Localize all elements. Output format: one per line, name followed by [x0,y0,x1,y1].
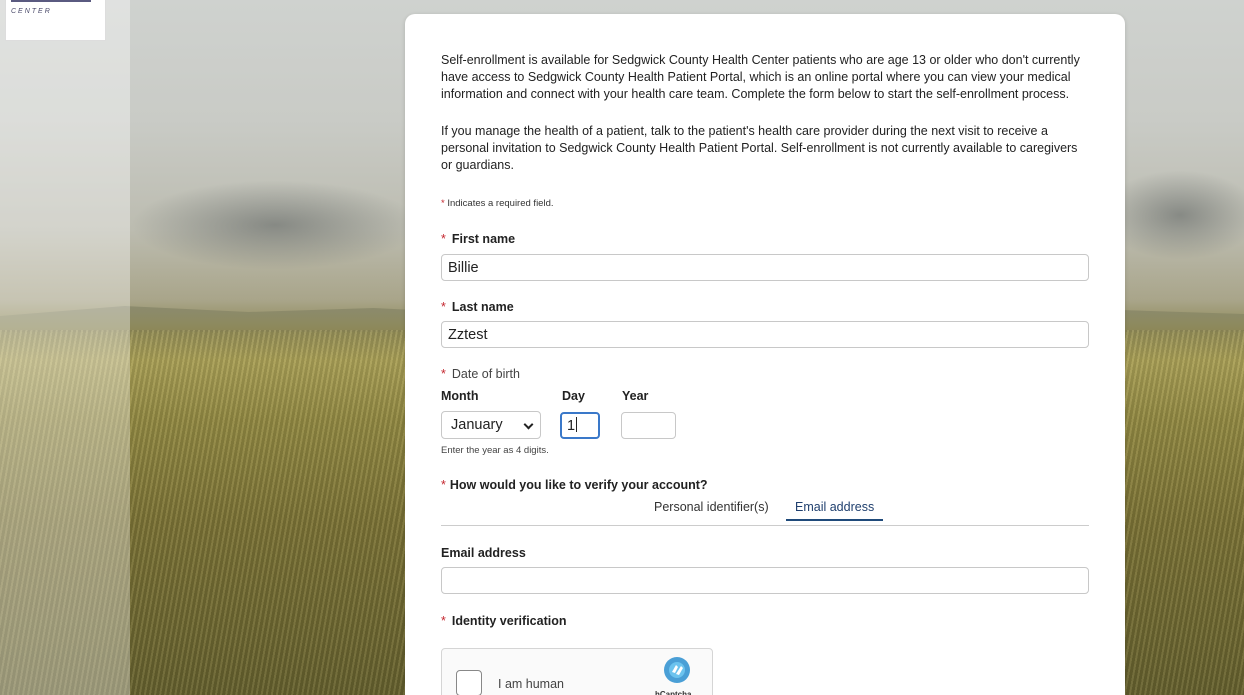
first-name-label: * First name [441,232,515,246]
month-select[interactable]: January [441,411,541,439]
required-asterisk: * [441,614,446,628]
year-label: Year [622,389,649,403]
required-asterisk: * [441,367,446,381]
logo-text: CENTER [11,8,52,15]
hcaptcha-logo-icon [664,657,690,683]
verify-method-tabs: Personal identifier(s) Email address [441,496,1089,526]
email-input[interactable] [441,567,1089,594]
hcaptcha-widget: I am human hCaptcha [441,648,713,695]
required-asterisk: * [441,232,446,246]
month-select-value: January [451,417,503,433]
required-note-text: Indicates a required field. [447,198,554,209]
day-label: Day [562,389,585,403]
day-input[interactable]: 1 [560,412,600,439]
email-label-text: Email address [441,546,526,560]
tab-email-address[interactable]: Email address [786,500,884,521]
first-name-label-text: First name [451,232,516,246]
organization-logo[interactable]: CENTER [5,0,106,41]
last-name-input[interactable] [441,321,1089,348]
identity-verification-label: * Identity verification [441,614,566,628]
hcaptcha-brand-text: hCaptcha [655,690,692,695]
left-panel [0,0,130,695]
tab-personal-identifiers[interactable]: Personal identifier(s) [645,500,778,520]
verify-label-text: How would you like to verify your accoun… [449,478,708,492]
verify-method-label: * How would you like to verify your accou… [441,478,708,492]
dob-label-text: Date of birth [451,367,520,381]
required-asterisk: * [441,478,446,492]
intro-paragraph: Self-enrollment is available for Sedgwic… [441,53,1080,101]
date-of-birth-label: * Date of birth [441,367,520,381]
required-asterisk: * [441,300,446,314]
day-input-value: 1 [567,418,576,434]
captcha-checkbox[interactable] [456,670,482,695]
year-hint: Enter the year as 4 digits. [441,445,549,456]
last-name-label-text: Last name [451,300,514,314]
first-name-input[interactable] [441,254,1089,281]
logo-mark [11,0,91,2]
caregiver-paragraph: If you manage the health of a patient, t… [441,124,1078,172]
required-asterisk: * [441,198,445,209]
required-field-note: * Indicates a required field. [441,198,554,209]
text-caret [576,417,578,432]
identity-label-text: Identity verification [451,614,567,628]
enrollment-form-card: Self-enrollment is available for Sedgwic… [405,14,1125,695]
email-label: Email address [441,546,526,560]
chevron-down-icon [523,419,534,430]
background-cloud [130,180,420,270]
captcha-label: I am human [498,677,565,691]
month-label: Month [441,389,479,403]
year-input[interactable] [621,412,676,439]
last-name-label: * Last name [441,300,514,314]
